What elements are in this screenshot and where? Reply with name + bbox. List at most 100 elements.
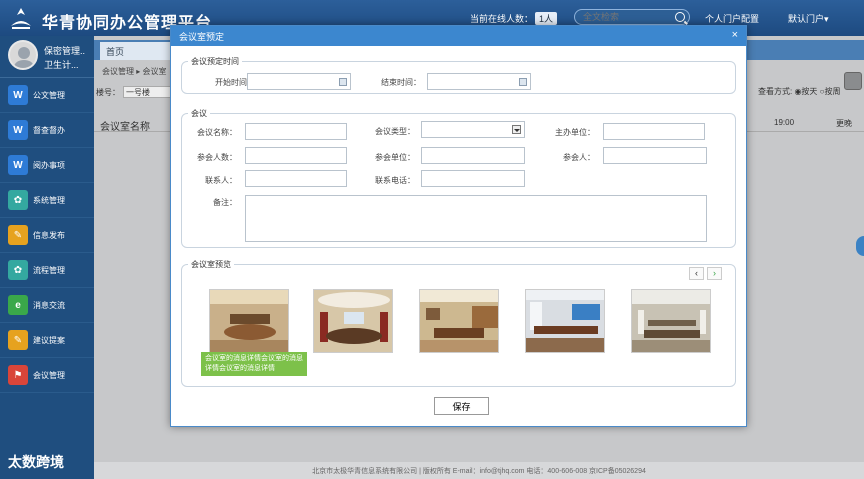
sidebar-item-label: 系统管理 [33,195,65,205]
attendee-count-label: 参会人数： [197,153,237,162]
online-users: 当前在线人数： 1人 [470,12,558,25]
chevron-down-icon[interactable] [512,125,521,134]
online-count: 1人 [535,12,558,25]
room-image [314,290,392,352]
fullscreen-icon[interactable] [844,72,862,90]
booking-dialog: 会议室预定 × 会议预定时间 开始时间： 结束时间： 会议 会议名称： 会议类型… [170,25,747,427]
sidebar-item-label: 流程管理 [33,265,65,275]
contact-label: 联系人： [205,176,237,185]
meeting-name-label: 会议名称： [197,128,237,137]
user-unit: 卫生计... [44,60,79,70]
user-name: 保密管理.. [44,46,86,56]
sidebar-item[interactable]: ✎ 信息发布 [0,218,94,253]
phone-label: 联系电话： [375,176,415,185]
sidebar-item-label: 消息交流 [33,300,65,310]
contact-input[interactable] [245,170,347,187]
logo-icon [11,8,31,29]
menu-icon: ✿ [8,190,28,210]
calendar-icon[interactable] [339,78,347,86]
attending-units-input[interactable] [421,147,525,164]
sidebar-item-label: 信息发布 [33,230,65,240]
building-label: 楼号： [96,88,120,97]
col-room-name: 会议室名称 [100,122,150,133]
sidebar-item-label: 建议提案 [33,335,65,345]
room-thumb-2[interactable] [313,289,393,353]
menu-icon: W [8,85,28,105]
menu-icon: W [8,120,28,140]
start-time-field[interactable] [247,73,351,90]
meeting-name-input[interactable] [245,123,347,140]
user-panel: 保密管理.. 卫生计... [0,36,94,78]
sidebar-item[interactable]: e 消息交流 [0,288,94,323]
close-icon[interactable]: × [732,29,738,41]
menu-icon: W [8,155,28,175]
search-input[interactable] [575,10,671,24]
menu-icon: ⚑ [8,365,28,385]
side-panel-handle[interactable] [856,236,864,256]
watermark: 太数跨境 [8,454,64,470]
default-portal-dropdown[interactable]: 默认门户▾ [788,12,829,25]
host-unit-label: 主办单位： [555,128,595,137]
sidebar-item[interactable]: ✎ 建议提案 [0,323,94,358]
room-caption: 会议室的消息详情会议室的消息详情会议室的消息详情 [201,352,307,376]
search-box[interactable] [574,9,690,25]
room-thumb-3[interactable] [419,289,499,353]
room-image [632,290,710,352]
breadcrumb: 会议管理 ▸ 会议室 [102,67,167,76]
search-icon[interactable] [675,12,685,22]
sidebar-item-label: 会议管理 [33,370,65,380]
phone-input[interactable] [421,170,525,187]
footer: 北京市太极华青信息系统有限公司 | 版权所有 E-mail：info@tjhq.… [94,462,864,479]
sidebar-item[interactable]: ✿ 流程管理 [0,253,94,288]
menu-icon: ✎ [8,225,28,245]
attendee-count-input[interactable] [245,147,347,164]
portal-config-link[interactable]: 个人门户配置 [705,12,759,25]
save-button[interactable]: 保存 [434,397,489,415]
remark-textarea[interactable] [245,195,707,242]
meeting-group-legend: 会议 [191,109,207,118]
calendar-icon[interactable] [519,78,527,86]
room-image [420,290,498,352]
menu-icon: e [8,295,28,315]
preview-group-legend: 会议室预览 [191,260,231,269]
menu-icon: ✎ [8,330,28,350]
room-thumb-1[interactable] [209,289,289,353]
start-time-label: 开始时间： [215,78,255,87]
sidebar-item[interactable]: W 阅办事项 [0,148,94,183]
dialog-title: 会议室预定 [179,32,225,42]
remark-label: 备注： [213,198,237,207]
menu-icon: ✿ [8,260,28,280]
col-time: 19:00 [774,118,795,127]
next-image-button[interactable]: › [707,267,722,280]
tab-home[interactable]: 首页 [100,42,176,60]
view-mode-radio[interactable]: 查看方式: ◉按天 ○按周 [758,86,840,97]
avatar[interactable] [8,40,38,70]
attendees-label: 参会人： [563,153,595,162]
building-filter: 楼号： 一号楼 [96,86,177,98]
sidebar-item-label: 阅办事项 [33,160,65,170]
meeting-type-select[interactable] [421,121,525,138]
room-thumb-5[interactable] [631,289,711,353]
attendees-input[interactable] [603,147,707,164]
sidebar-item[interactable]: W 公文管理 [0,78,94,113]
prev-image-button[interactable]: ‹ [689,267,704,280]
sidebar: 保密管理.. 卫生计... W 公文管理 W 督查督办 W 阅办事项 ✿ 系统管理 ✎ 信息发布 ✿… [0,36,94,479]
end-time-label: 结束时间： [381,78,421,87]
attending-units-label: 参会单位： [375,153,415,162]
room-image [526,290,604,352]
host-unit-input[interactable] [603,123,705,140]
room-thumb-4[interactable] [525,289,605,353]
end-time-field[interactable] [427,73,531,90]
meeting-type-label: 会议类型： [375,127,415,136]
sidebar-item[interactable]: ⚑ 会议管理 [0,358,94,393]
online-label: 当前在线人数： [470,14,534,24]
col-later: 更晚 [836,119,852,128]
sidebar-item[interactable]: ✿ 系统管理 [0,183,94,218]
sidebar-nav: W 公文管理 W 督查督办 W 阅办事项 ✿ 系统管理 ✎ 信息发布 ✿ 流程管理 e 消息交流 ✎ 建议提案… [0,78,94,393]
dialog-header: 会议室预定 × [171,26,746,46]
sidebar-item-label: 公文管理 [33,90,65,100]
building-select[interactable]: 一号楼 [123,86,177,98]
sidebar-item[interactable]: W 督查督办 [0,113,94,148]
room-image [210,290,288,352]
sidebar-item-label: 督查督办 [33,125,65,135]
